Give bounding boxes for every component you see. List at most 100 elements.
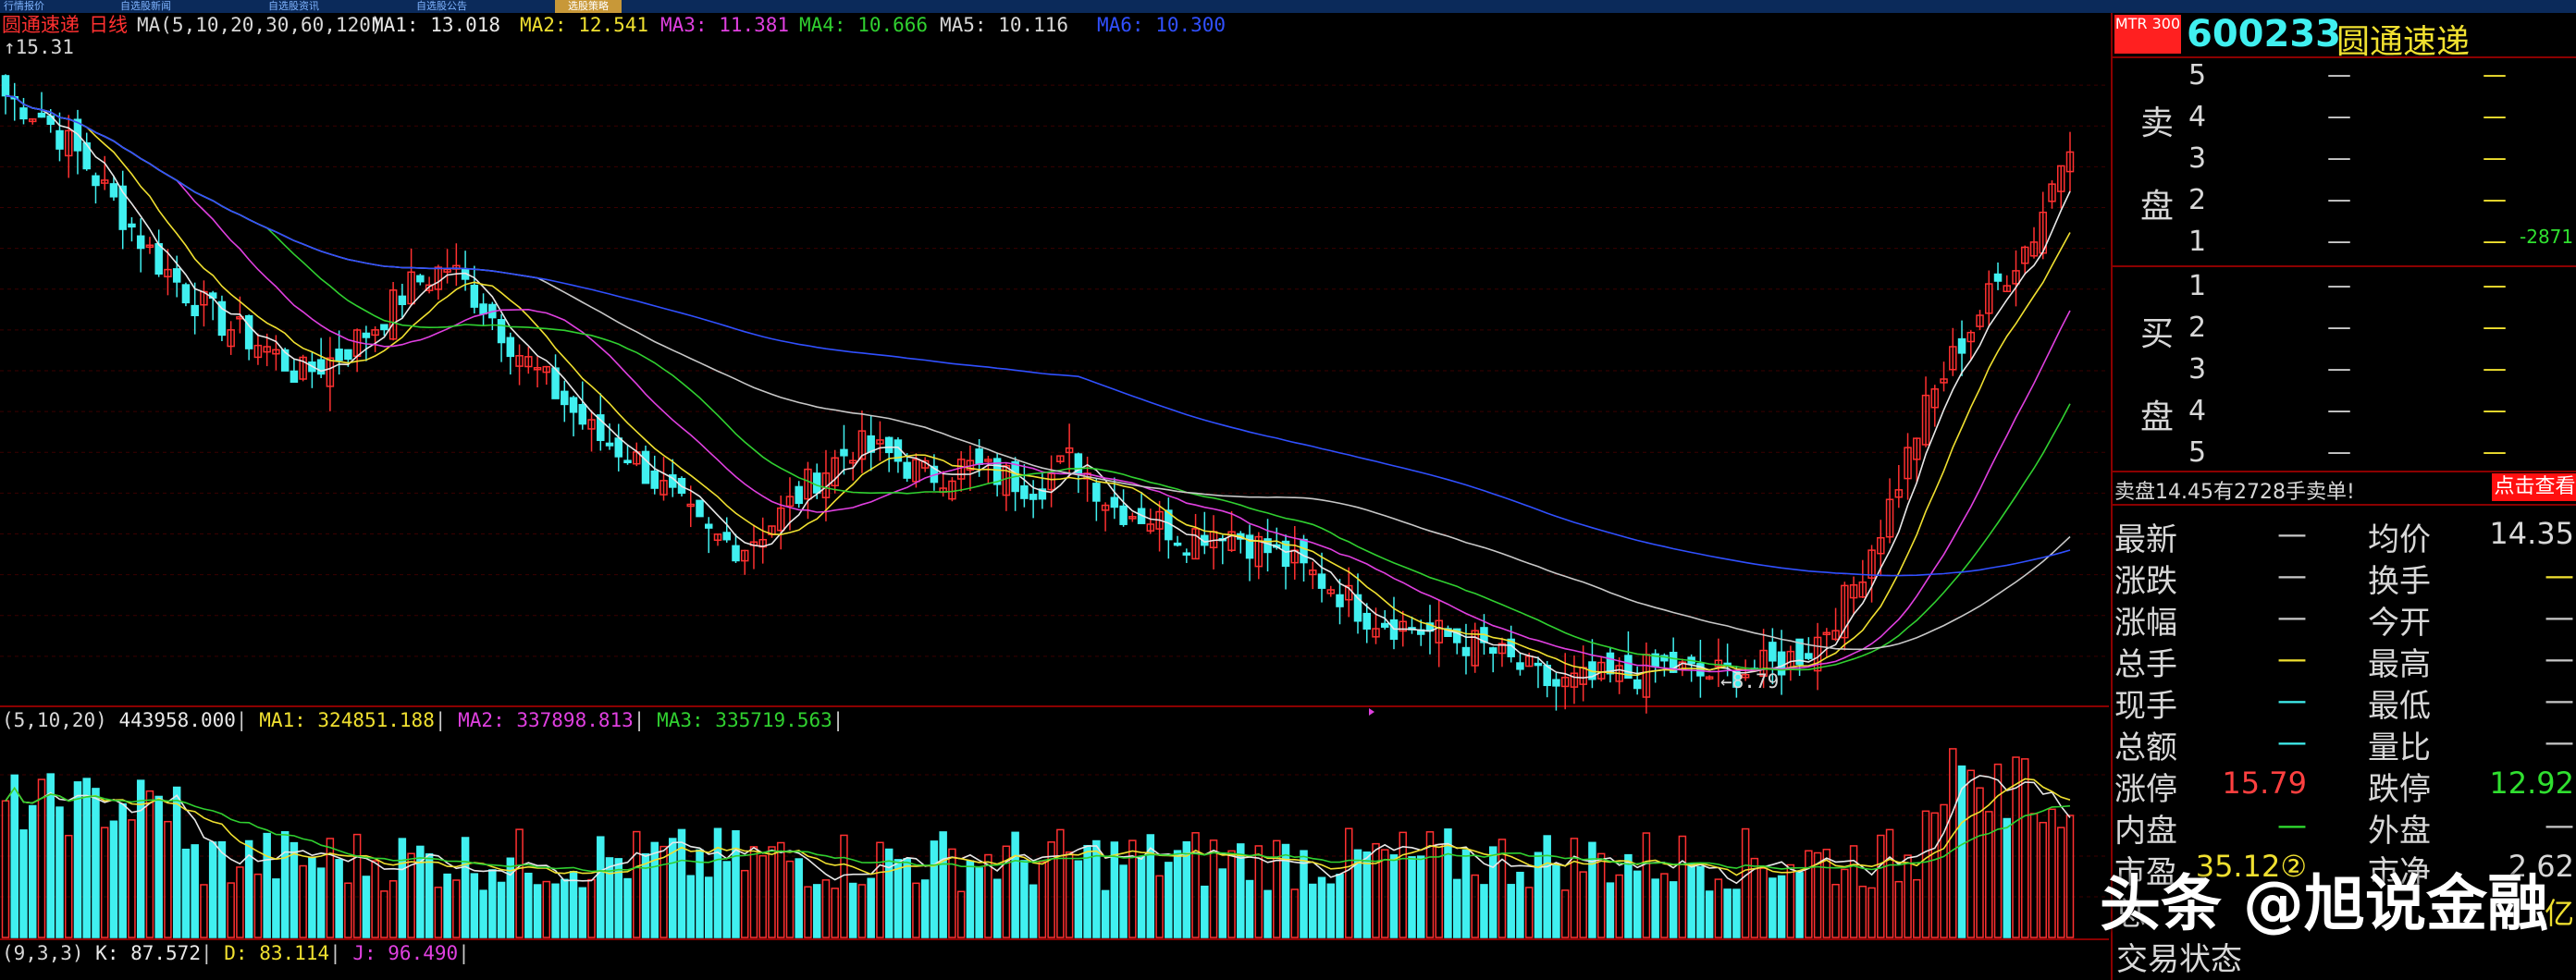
volume-bar (1913, 878, 1921, 938)
volume-bar (605, 857, 614, 938)
volume-bar (966, 860, 975, 938)
candle-body (1534, 662, 1543, 667)
volume-bar (10, 774, 18, 938)
tab-notices[interactable]: 自选股公告 (416, 0, 467, 13)
volume-bar (488, 869, 497, 938)
volume-bar (1930, 812, 1940, 938)
candle-body (551, 367, 560, 399)
sell-volume-2: — (2483, 186, 2507, 214)
volume-bar (696, 849, 704, 938)
volume-bar (461, 837, 470, 938)
volume-bar (208, 841, 217, 938)
volume-bar (876, 841, 884, 938)
volume-bar (2029, 813, 2039, 938)
check-button[interactable]: 点击查看 (2492, 473, 2576, 501)
volume-bar (253, 873, 263, 938)
chart-area[interactable]: 圆通速递 日线 MA(5,10,20,30,60,120) MA1: 13.01… (0, 13, 2109, 980)
candle-body (1119, 505, 1128, 525)
stat-value2-7: — (2545, 807, 2574, 842)
volume-bar (64, 834, 73, 938)
volume-bar (1651, 878, 1659, 938)
volume-bar (1805, 850, 1813, 938)
buy-price-3: — (2327, 355, 2351, 383)
stat-label2-3: 最高 (2368, 646, 2431, 683)
volume-bar (1867, 887, 1876, 938)
volume-bar (1822, 848, 1831, 938)
ma2-line (5, 94, 2071, 677)
volume-bar (1669, 881, 1678, 938)
stat-value2-2: — (2545, 599, 2574, 634)
volume-bar (920, 879, 930, 938)
buy-price-2: — (2327, 313, 2351, 341)
volume-bar (398, 838, 407, 938)
tab-info[interactable]: 自选股资讯 (268, 0, 319, 13)
tab-strategy[interactable]: 选股策略 (555, 0, 622, 13)
volume-bar (1020, 860, 1029, 938)
volume-bar (732, 830, 740, 938)
volume-bar (1326, 883, 1336, 938)
volume-bar (434, 887, 443, 938)
volume-bar (597, 836, 605, 938)
buy-price-1: — (2327, 272, 2351, 300)
candle-body (696, 499, 704, 518)
candle-body (128, 223, 136, 228)
volume-bar (1309, 883, 1317, 938)
kdj-legend: (9,3,3) K: 87.572| D: 83.114| J: 96.490| (2, 942, 470, 964)
volume-bar (217, 840, 227, 938)
volume-bar (1543, 835, 1551, 938)
stat-label-4: 现手 (2114, 688, 2177, 725)
candle-body (109, 183, 118, 198)
volume-bar (1273, 839, 1281, 938)
volume-bar (1227, 850, 1236, 938)
volume-bar (1769, 877, 1777, 938)
volume-bar (1841, 868, 1849, 938)
volume-bar (1524, 887, 1534, 938)
volume-bar (587, 878, 596, 938)
sell-price-5: — (2327, 61, 2351, 89)
volume-bar (713, 827, 722, 938)
sell-level-1: 1 (2188, 226, 2207, 258)
volume-bar (1560, 889, 1570, 938)
buy-price-5: — (2327, 438, 2351, 466)
candle-body (136, 235, 145, 250)
candle-body (884, 436, 894, 454)
volume-bar (1389, 854, 1399, 938)
candle-body (650, 470, 659, 489)
volume-bar (28, 804, 37, 938)
tab-news[interactable]: 自选股新闻 (120, 0, 171, 13)
volume-bar (894, 859, 903, 938)
candle-body (92, 175, 100, 187)
price-low-mark: ←8.79 (1720, 670, 1780, 692)
volume-bar (1056, 828, 1065, 938)
candle-body (1336, 594, 1344, 607)
legend-ma5: MA5: 10.116 (940, 14, 1069, 36)
tab-quotes[interactable]: 行情报价 (4, 0, 44, 13)
volume-bar (1362, 851, 1372, 938)
volume-bar (470, 873, 479, 938)
candle-body (1957, 337, 1966, 354)
volume-bar (118, 802, 127, 938)
sell-price-1: — (2327, 227, 2351, 255)
volume-bar (299, 864, 307, 938)
volume-bar (975, 867, 983, 938)
candle-body (362, 332, 371, 338)
volume-bar (569, 871, 578, 938)
stat-value-1: — (2277, 557, 2307, 593)
candle-body (497, 319, 506, 344)
volume-bar (686, 875, 696, 938)
volume-bar (1452, 878, 1461, 938)
candle-body (704, 523, 713, 529)
volume-bar (1759, 867, 1768, 938)
candle-body (335, 349, 343, 361)
volume-bar (1461, 849, 1471, 938)
candle-body (812, 472, 821, 494)
candle-body (37, 112, 46, 118)
watermark: 头条 @旭说金融 (2100, 868, 2548, 939)
volume-bar (1534, 851, 1543, 938)
volume-bar (2057, 827, 2065, 938)
volume-bar (1119, 864, 1128, 938)
ma3-line (5, 94, 2071, 673)
volume-bar (2039, 821, 2048, 938)
volume-bar (1245, 879, 1254, 938)
volume-bar (1993, 763, 2003, 938)
